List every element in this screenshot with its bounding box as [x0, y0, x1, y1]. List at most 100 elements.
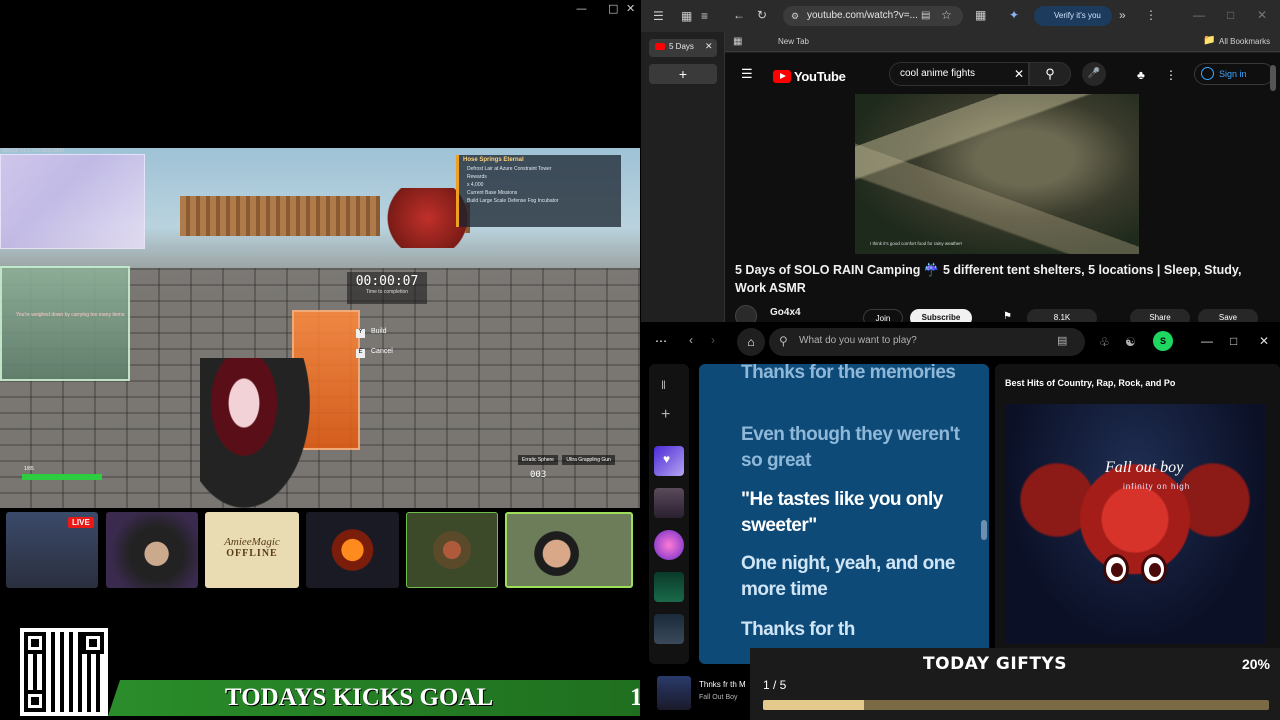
now-playing-title[interactable]: Best Hits of Country, Rap, Rock, and Po: [1005, 378, 1205, 388]
new-tab-button[interactable]: +: [649, 64, 717, 84]
mic-icon: 🎤: [1087, 68, 1101, 79]
version-text: WebGF v1.0.370.201(2968): [2, 148, 64, 154]
webcam-tile-avatar[interactable]: [306, 512, 399, 588]
game-view: WebGF v1.0.370.201(2968) Hose Springs Et…: [0, 148, 640, 508]
webcam-tile-2[interactable]: [106, 512, 198, 588]
search-icon: ⚲: [779, 334, 788, 348]
tab-actions-icon[interactable]: ≡: [701, 9, 708, 23]
quest-panel: Hose Springs Eternal Defrost Lair at Azu…: [456, 155, 621, 227]
all-bookmarks[interactable]: All Bookmarks: [1219, 37, 1270, 46]
back-icon[interactable]: ←: [733, 8, 745, 22]
tab-close-icon[interactable]: ✕: [705, 41, 713, 52]
address-bar[interactable]: youtube.com/watch?v=...: [783, 6, 963, 26]
hud-item: Erratic Sphere: [518, 455, 558, 465]
notifications-icon[interactable]: ♧: [1099, 335, 1110, 349]
library-item[interactable]: [654, 614, 684, 644]
search-button[interactable]: ⚲: [1029, 62, 1071, 86]
site-info-icon[interactable]: ⚙: [791, 9, 799, 23]
sidebar-toggle-icon[interactable]: ☰: [653, 9, 664, 23]
menu-icon[interactable]: ⋮: [1145, 8, 1157, 22]
webcam-tile-6[interactable]: [505, 512, 633, 588]
sign-in-button[interactable]: Sign in: [1194, 63, 1274, 85]
cast-icon[interactable]: ▤: [921, 9, 930, 23]
hamburger-menu-icon[interactable]: ☰: [741, 67, 753, 81]
clear-search-icon[interactable]: ✕: [1014, 67, 1024, 81]
quest-task: Defrost Lair at Azure Constraint Tower: [467, 166, 552, 172]
library-icon[interactable]: ‖: [661, 378, 666, 392]
join-button[interactable]: Join: [863, 309, 903, 322]
mini-track-artist[interactable]: Fall Out Boy: [699, 694, 738, 701]
build-key: Y: [356, 329, 365, 338]
close-icon[interactable]: ✕: [626, 2, 635, 15]
create-icon[interactable]: ♣: [1137, 68, 1145, 82]
browse-icon[interactable]: ▤: [1057, 334, 1067, 347]
home-button[interactable]: ⌂: [737, 328, 765, 356]
library-item[interactable]: [654, 530, 684, 560]
mini-track-title[interactable]: Thnks fr th M: [699, 680, 746, 689]
user-avatar[interactable]: S: [1153, 331, 1173, 351]
bookmark-new-tab[interactable]: New Tab: [778, 37, 809, 46]
minimize-icon[interactable]: —: [1201, 334, 1213, 348]
build-option[interactable]: Y Build: [356, 328, 393, 338]
player-character: [200, 358, 310, 508]
voice-search-button[interactable]: 🎤: [1082, 62, 1106, 86]
maximize-icon[interactable]: □: [608, 2, 618, 15]
back-icon[interactable]: ‹: [689, 333, 693, 347]
channel-avatar[interactable]: [735, 305, 757, 322]
webcam-tile-offline[interactable]: AmieeMagic OFFLINE: [205, 512, 299, 588]
lyric-line[interactable]: Thanks for th: [741, 617, 981, 643]
channel-name[interactable]: Go4x4: [770, 307, 801, 318]
close-icon[interactable]: ✕: [1257, 8, 1267, 22]
spotify-search-input[interactable]: ⚲ What do you want to play? ▤: [769, 328, 1085, 356]
more-options-icon[interactable]: ⋯: [655, 334, 667, 348]
extensions-icon[interactable]: ▦: [975, 8, 986, 22]
lyric-line[interactable]: One night, yeah, and one more time: [741, 551, 981, 603]
timer-value: 00:00:07: [355, 274, 419, 289]
forward-icon[interactable]: ›: [711, 333, 715, 347]
bell-icon[interactable]: ⚑: [1003, 311, 1012, 322]
scrollbar[interactable]: [1270, 65, 1276, 91]
subscribe-button[interactable]: Subscribe: [910, 309, 972, 322]
gemini-icon[interactable]: ✦: [1009, 8, 1019, 22]
lyrics-scrollbar[interactable]: [981, 520, 987, 540]
bookmark-star-icon[interactable]: ☆: [941, 8, 952, 22]
like-button[interactable]: 8.1K: [1027, 309, 1097, 322]
webcam-tile-5[interactable]: [406, 512, 498, 588]
offline-status: OFFLINE: [226, 548, 278, 559]
tab-youtube[interactable]: 5 Days ✕: [649, 39, 717, 57]
minimize-icon[interactable]: —: [576, 2, 587, 15]
friends-activity-icon[interactable]: ☯: [1125, 335, 1136, 349]
save-button[interactable]: Save: [1198, 309, 1258, 322]
verify-button[interactable]: Verify it's you: [1034, 6, 1112, 26]
youtube-logo[interactable]: YouTube: [773, 69, 846, 84]
maximize-icon[interactable]: □: [1230, 334, 1237, 348]
lyric-line-current[interactable]: "He tastes like you only sweeter": [741, 487, 981, 539]
share-button[interactable]: Share: [1130, 309, 1190, 322]
tab-grid-icon[interactable]: ▦: [681, 9, 692, 23]
youtube-search-input[interactable]: cool anime fights ✕: [889, 62, 1029, 86]
cancel-option[interactable]: E Cancel: [356, 348, 393, 358]
youtube-play-icon: [773, 70, 791, 83]
apps-icon[interactable]: ▦: [733, 35, 742, 49]
weight-warning: You're weighed down by carrying too many…: [16, 312, 125, 318]
reload-icon[interactable]: ↻: [757, 8, 767, 22]
close-icon[interactable]: ✕: [1259, 334, 1269, 348]
channel-row: Go4x4 Join Subscribe ⚑ 8.1K Share Save: [735, 305, 1280, 322]
minimize-icon[interactable]: —: [1193, 8, 1205, 22]
create-playlist-icon[interactable]: +: [661, 407, 670, 423]
qr-code: [20, 628, 108, 716]
library-item[interactable]: [654, 488, 684, 518]
settings-more-icon[interactable]: ⋮: [1165, 68, 1177, 82]
quest-title: Hose Springs Eternal: [463, 157, 524, 163]
more-tabs-icon[interactable]: »: [1119, 8, 1126, 22]
cancel-key: E: [356, 349, 365, 358]
search-icon: ⚲: [1045, 66, 1055, 81]
mini-cover[interactable]: [657, 676, 691, 710]
library-item[interactable]: [654, 572, 684, 602]
lyric-line[interactable]: Even though they weren't so great: [741, 422, 981, 474]
maximize-icon[interactable]: □: [1227, 8, 1234, 22]
liked-songs-tile[interactable]: ♥: [654, 446, 684, 476]
folder-icon: 📁: [1203, 35, 1216, 46]
build-label: Build: [371, 328, 387, 335]
lyric-line[interactable]: Thanks for the memories: [741, 364, 981, 386]
